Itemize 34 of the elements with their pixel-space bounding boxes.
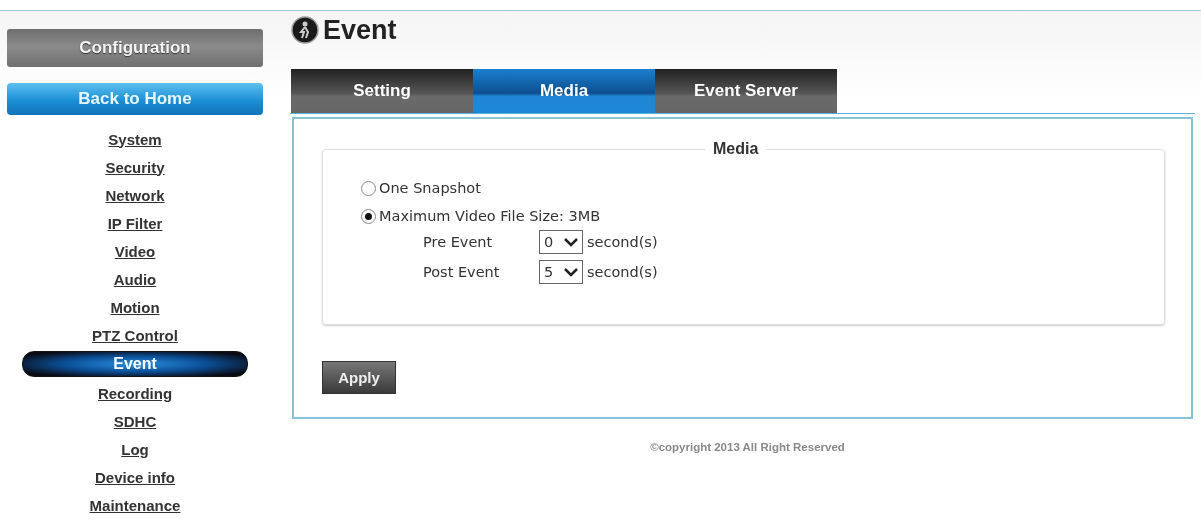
configuration-header: Configuration: [7, 29, 263, 67]
sidebar-link[interactable]: Security: [105, 153, 165, 181]
copyright-text: ©copyright 2013 All Right Reserved: [650, 441, 845, 453]
tab[interactable]: Event Server: [655, 69, 837, 113]
sidebar-link[interactable]: PTZ Control: [92, 321, 178, 349]
sidebar-link[interactable]: SDHC: [113, 407, 157, 435]
sidebar-link[interactable]: Maintenance: [89, 491, 181, 519]
unit-label: second(s): [587, 264, 658, 280]
sidebar-link[interactable]: Device info: [95, 463, 175, 491]
option-label: One Snapshot: [379, 180, 481, 196]
sidebar-link[interactable]: Event: [22, 351, 248, 377]
radio-button[interactable]: [361, 208, 376, 224]
field-label: Post Event: [423, 264, 501, 280]
chevron-down-icon: [564, 237, 578, 247]
field-label: Pre Event: [423, 234, 494, 250]
option-label: Maximum Video File Size: 3MB: [379, 208, 601, 224]
figure-icon: [290, 15, 320, 45]
tab[interactable]: Media: [473, 69, 655, 113]
page-title: Event: [323, 14, 397, 46]
sidebar-link[interactable]: Video: [114, 237, 156, 265]
unit-label: second(s): [587, 234, 658, 250]
sidebar-link[interactable]: System: [108, 125, 162, 153]
seconds-dropdown[interactable]: 0: [539, 230, 583, 254]
sidebar-link[interactable]: Network: [105, 181, 165, 209]
seconds-dropdown[interactable]: 5: [539, 260, 583, 284]
chevron-down-icon: [564, 267, 578, 277]
tab[interactable]: Setting: [291, 69, 473, 113]
sidebar-link[interactable]: Audio: [113, 265, 157, 293]
radio-button[interactable]: [361, 180, 376, 196]
sidebar-link[interactable]: Log: [121, 435, 149, 463]
sidebar-link[interactable]: Motion: [110, 293, 160, 321]
apply-button[interactable]: Apply: [322, 361, 396, 394]
sidebar-link[interactable]: Recording: [97, 379, 173, 407]
sidebar-link[interactable]: IP Filter: [107, 209, 163, 237]
